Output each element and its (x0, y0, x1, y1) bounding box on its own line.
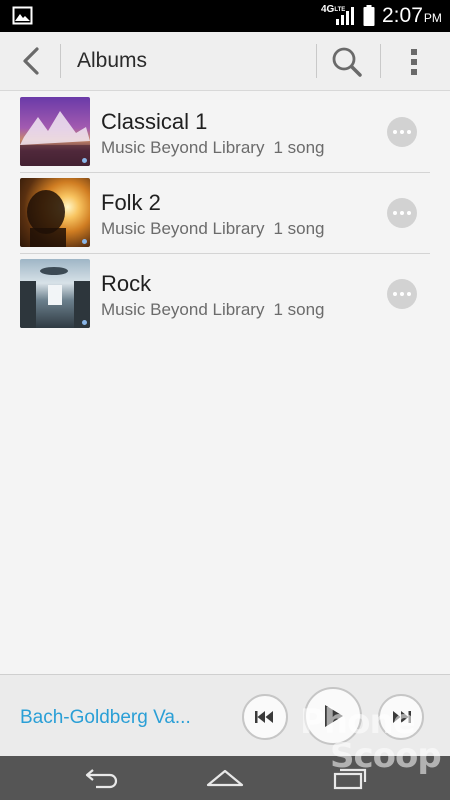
album-overflow-button[interactable] (387, 117, 417, 147)
divider (380, 44, 381, 78)
album-artist: Music Beyond Library (101, 219, 265, 238)
album-art-image (27, 190, 66, 247)
album-art (20, 97, 90, 166)
previous-icon (255, 711, 273, 723)
album-artist: Music Beyond Library (101, 300, 265, 319)
status-bar: 4GLTE 2:07PM (0, 0, 450, 32)
album-art-image (20, 267, 90, 328)
album-row-classical[interactable]: Classical 1 Music Beyond Library 1 song (0, 92, 450, 173)
album-meta: Music Beyond Library 1 song (101, 300, 325, 320)
clock: 2:07PM (382, 4, 442, 27)
album-row-rock[interactable]: Rock Music Beyond Library 1 song (0, 254, 450, 335)
search-button[interactable] (326, 41, 368, 83)
album-indicator (82, 239, 87, 244)
album-art-image (20, 111, 90, 166)
overflow-dot (400, 130, 404, 134)
more-options-button[interactable] (396, 41, 432, 83)
overflow-dot (400, 292, 404, 296)
divider (60, 44, 61, 78)
album-list: Classical 1 Music Beyond Library 1 song F… (0, 92, 450, 335)
signal-icon (336, 7, 354, 25)
nav-home-icon (206, 769, 244, 787)
album-meta: Music Beyond Library 1 song (101, 138, 325, 158)
album-indicator (82, 158, 87, 163)
album-indicator (82, 320, 87, 325)
back-button[interactable] (10, 40, 52, 82)
overflow-dot (407, 211, 411, 215)
nav-home-button[interactable] (201, 762, 249, 794)
divider (316, 44, 317, 78)
watermark-line-2: Scoop (330, 736, 442, 776)
album-row-folk[interactable]: Folk 2 Music Beyond Library 1 song (0, 173, 450, 254)
overflow-dot (400, 211, 404, 215)
action-bar: Albums (0, 32, 450, 91)
battery-icon (363, 5, 375, 26)
album-overflow-button[interactable] (387, 279, 417, 309)
album-overflow-button[interactable] (387, 198, 417, 228)
album-art (20, 178, 90, 247)
album-art (20, 259, 90, 328)
overflow-dot (407, 130, 411, 134)
previous-button[interactable] (242, 694, 288, 740)
album-song-count: 1 song (273, 219, 325, 238)
search-icon (332, 47, 362, 77)
now-playing-title[interactable]: Bach-Goldberg Va... (20, 707, 220, 729)
album-title: Folk 2 (101, 190, 161, 215)
album-song-count: 1 song (273, 300, 325, 319)
phonescoop-watermark: Phone Scoop (300, 705, 442, 776)
album-title: Classical 1 (101, 109, 208, 134)
nav-back-button[interactable] (77, 762, 125, 794)
album-artist: Music Beyond Library (101, 138, 265, 157)
album-title: Rock (101, 271, 152, 296)
gallery-icon (12, 6, 33, 25)
overflow-dot (393, 211, 397, 215)
overflow-dot (407, 292, 411, 296)
album-meta: Music Beyond Library 1 song (101, 219, 325, 239)
more-vert-icon (411, 49, 417, 75)
page-title: Albums (77, 49, 148, 72)
overflow-dot (393, 130, 397, 134)
back-arrow-icon (23, 47, 39, 75)
nav-back-icon (85, 769, 118, 789)
overflow-dot (393, 292, 397, 296)
album-song-count: 1 song (273, 138, 325, 157)
